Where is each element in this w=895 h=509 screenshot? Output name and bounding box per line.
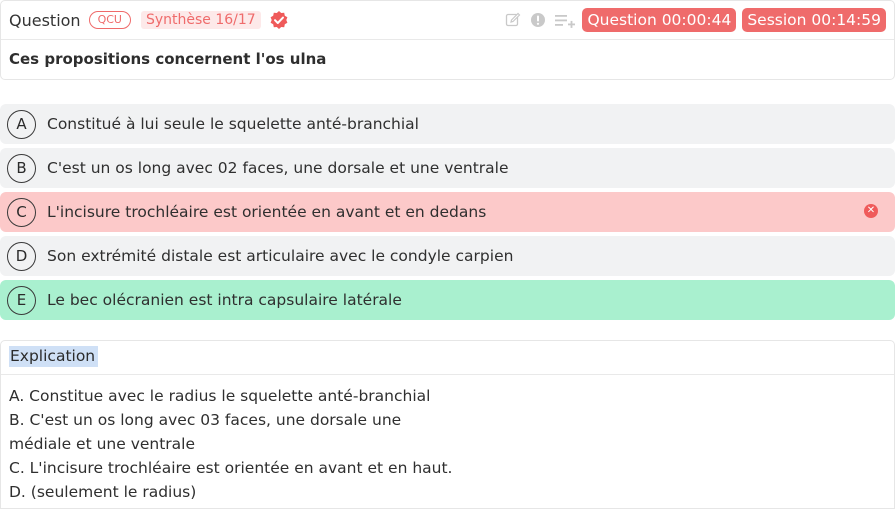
explanation-header: Explication	[1, 341, 894, 375]
choice-text: Son extrémité distale est articulaire av…	[47, 247, 514, 265]
explanation-line: A. Constitue avec le radius le squelette…	[9, 387, 431, 405]
choice-d[interactable]: D Son extrémité distale est articulaire …	[0, 236, 895, 276]
type-badge: QCU	[88, 11, 131, 29]
question-text: Ces propositions concernent l'os ulna	[9, 50, 327, 68]
verified-badge-icon	[269, 10, 289, 30]
explanation-body: A. Constitue avec le radius le squelette…	[1, 375, 894, 504]
session-timer: Session 00:14:59	[742, 8, 886, 32]
explanation-title: Explication	[9, 346, 99, 367]
choice-letter: B	[7, 153, 36, 183]
explanation-line: B. C'est un os long avec 03 faces, une d…	[9, 411, 402, 429]
choice-text: Le bec olécranien est intra capsulaire l…	[47, 291, 402, 309]
choice-text: C'est un os long avec 02 faces, une dors…	[47, 159, 509, 177]
choice-text: Constitué à lui seule le squelette anté-…	[47, 115, 419, 133]
choice-c[interactable]: C L'incisure trochléaire est orientée en…	[0, 192, 895, 232]
synthese-badge: Synthèse 16/17	[140, 11, 261, 29]
explanation-line: C. L'incisure trochléaire est orientée e…	[9, 459, 453, 477]
explanation-line: D. (seulement le radius)	[9, 483, 197, 501]
choice-text: L'incisure trochléaire est orientée en a…	[47, 203, 487, 221]
question-header: Question QCU Synthèse 16/17 Question 00:…	[1, 1, 894, 40]
choice-b[interactable]: B C'est un os long avec 02 faces, une do…	[0, 148, 895, 188]
report-icon[interactable]	[529, 11, 547, 29]
question-timer: Question 00:00:44	[582, 8, 737, 32]
add-to-list-icon[interactable]	[554, 11, 576, 29]
explanation-line: médiale et une ventrale	[9, 435, 196, 453]
choice-a[interactable]: A Constitué à lui seule le squelette ant…	[0, 104, 895, 144]
choice-letter: C	[7, 197, 36, 227]
question-card: Question QCU Synthèse 16/17 Question 00:…	[0, 0, 895, 80]
close-circle-icon: ✕	[864, 204, 878, 218]
choice-letter: D	[7, 241, 36, 271]
choice-letter: E	[7, 285, 36, 315]
choice-e[interactable]: E Le bec olécranien est intra capsulaire…	[0, 280, 895, 320]
explanation-card: Explication A. Constitue avec le radius …	[0, 340, 895, 509]
choice-letter: A	[7, 109, 36, 139]
edit-icon[interactable]	[504, 11, 522, 29]
question-title: Question	[9, 10, 81, 30]
